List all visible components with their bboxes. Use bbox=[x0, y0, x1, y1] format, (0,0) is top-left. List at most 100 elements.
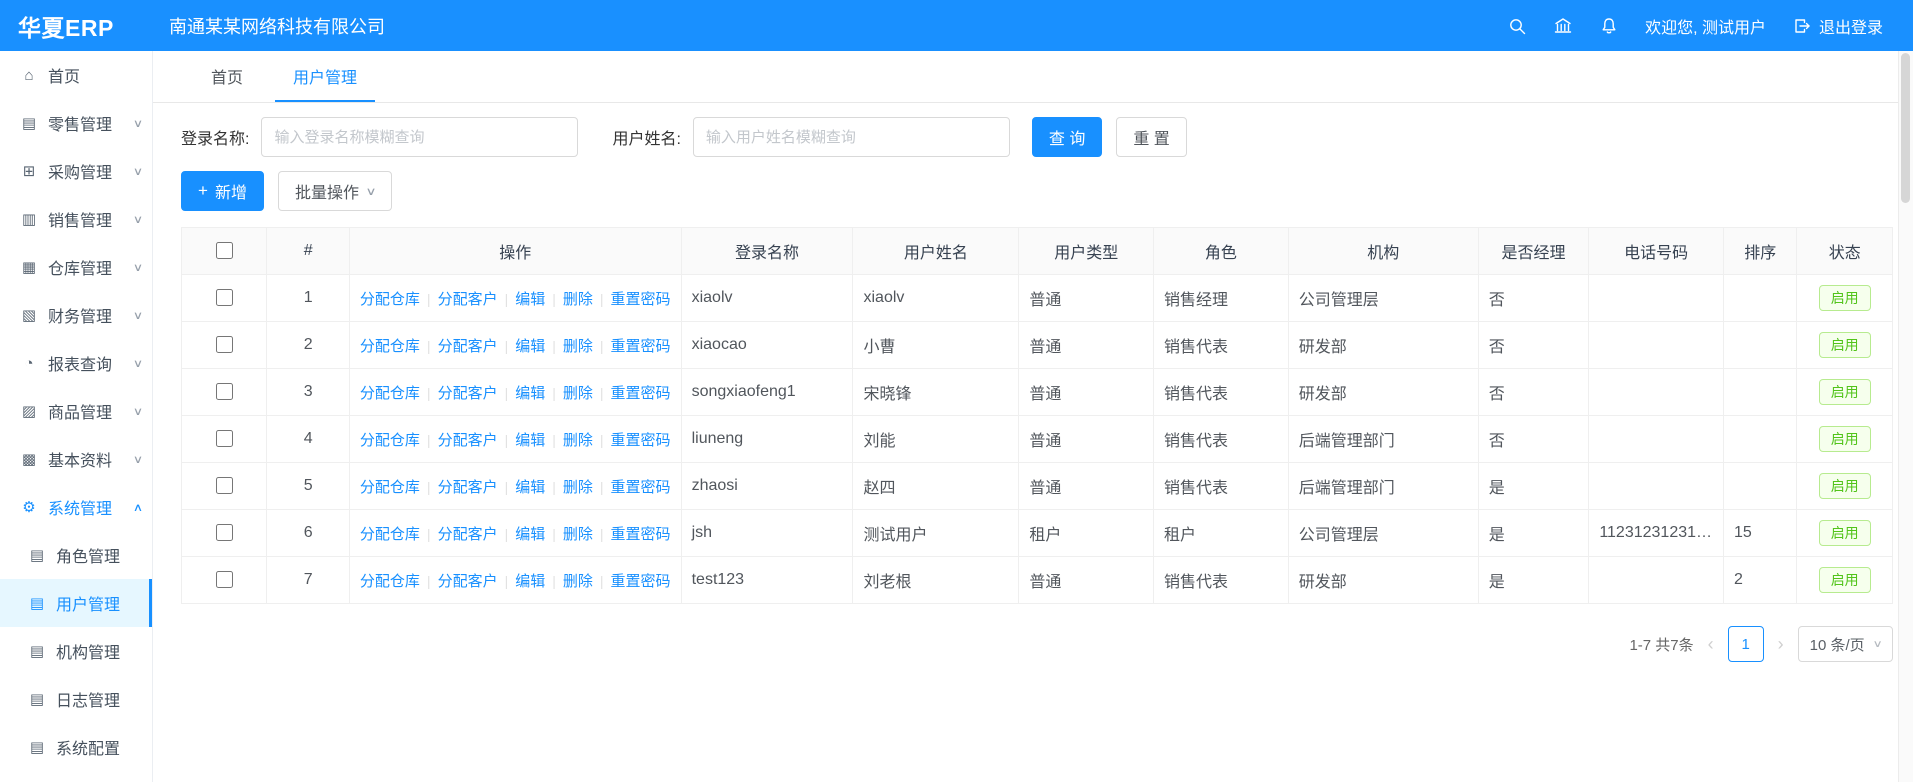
op-edit-link[interactable]: 编辑 bbox=[515, 526, 545, 543]
op-separator: | bbox=[427, 526, 431, 542]
row-checkbox[interactable] bbox=[216, 477, 233, 494]
op-assign-warehouse-link[interactable]: 分配仓库 bbox=[360, 526, 420, 543]
status-badge[interactable]: 启用 bbox=[1819, 379, 1871, 405]
building-icon[interactable] bbox=[1553, 16, 1573, 36]
status-badge[interactable]: 启用 bbox=[1819, 473, 1871, 499]
add-button[interactable]: + 新增 bbox=[181, 171, 264, 211]
row-checkbox[interactable] bbox=[216, 571, 233, 588]
op-reset-password-link[interactable]: 重置密码 bbox=[611, 526, 671, 543]
sidebar-item-home[interactable]: ⌂首页 bbox=[0, 51, 152, 99]
batch-operations-button[interactable]: 批量操作 ∨ bbox=[278, 171, 392, 211]
scrollbar-thumb[interactable] bbox=[1901, 53, 1910, 203]
phone-cell bbox=[1589, 416, 1724, 463]
sidebar-item-product[interactable]: ▨商品管理∨ bbox=[0, 387, 152, 435]
op-edit-link[interactable]: 编辑 bbox=[515, 479, 545, 496]
op-edit-link[interactable]: 编辑 bbox=[515, 432, 545, 449]
op-assign-warehouse-link[interactable]: 分配仓库 bbox=[360, 432, 420, 449]
op-assign-warehouse-link[interactable]: 分配仓库 bbox=[360, 338, 420, 355]
is-manager-cell: 否 bbox=[1478, 322, 1589, 369]
sidebar-subitem-config[interactable]: ▤系统配置 bbox=[0, 723, 152, 771]
user-name-cell: 小曹 bbox=[853, 322, 1019, 369]
sidebar-subitem-org[interactable]: ▤机构管理 bbox=[0, 627, 152, 675]
sidebar-item-warehouse[interactable]: ▦仓库管理∨ bbox=[0, 243, 152, 291]
search-icon[interactable] bbox=[1507, 16, 1527, 36]
sidebar-item-purchase[interactable]: ⊞采购管理∨ bbox=[0, 147, 152, 195]
is-manager-cell: 是 bbox=[1478, 557, 1589, 604]
op-reset-password-link[interactable]: 重置密码 bbox=[611, 291, 671, 308]
row-checkbox[interactable] bbox=[216, 430, 233, 447]
role-cell: 销售代表 bbox=[1154, 416, 1289, 463]
status-badge[interactable]: 启用 bbox=[1819, 332, 1871, 358]
tab-home[interactable]: 首页 bbox=[193, 51, 261, 102]
op-assign-customer-link[interactable]: 分配客户 bbox=[438, 291, 498, 308]
op-reset-password-link[interactable]: 重置密码 bbox=[611, 385, 671, 402]
page-size-select[interactable]: 10 条/页 ∨ bbox=[1798, 626, 1893, 662]
tab-user-management[interactable]: 用户管理 bbox=[275, 51, 375, 102]
status-badge[interactable]: 启用 bbox=[1819, 285, 1871, 311]
login-name-input[interactable] bbox=[261, 117, 578, 157]
op-assign-warehouse-link[interactable]: 分配仓库 bbox=[360, 291, 420, 308]
table-row: 1分配仓库|分配客户|编辑|删除|重置密码xiaolvxiaolv普通销售经理公… bbox=[182, 275, 1893, 322]
sidebar-subitem-role[interactable]: ▤角色管理 bbox=[0, 531, 152, 579]
row-index: 1 bbox=[267, 275, 349, 322]
sidebar-subitem-log[interactable]: ▤日志管理 bbox=[0, 675, 152, 723]
sidebar-item-finance[interactable]: ▧财务管理∨ bbox=[0, 291, 152, 339]
sidebar-item-retail[interactable]: ▤零售管理∨ bbox=[0, 99, 152, 147]
status-badge[interactable]: 启用 bbox=[1819, 426, 1871, 452]
op-delete-link[interactable]: 删除 bbox=[563, 479, 593, 496]
op-assign-customer-link[interactable]: 分配客户 bbox=[438, 338, 498, 355]
user-name-cell: 刘老根 bbox=[853, 557, 1019, 604]
row-checkbox[interactable] bbox=[216, 336, 233, 353]
role-cell: 销售代表 bbox=[1154, 557, 1289, 604]
app-logo[interactable]: 华夏ERP bbox=[0, 9, 153, 43]
prev-page-icon[interactable]: ‹ bbox=[1706, 634, 1716, 655]
organization-cell: 公司管理层 bbox=[1288, 275, 1478, 322]
op-reset-password-link[interactable]: 重置密码 bbox=[611, 338, 671, 355]
sidebar-item-report[interactable]: ◔报表查询∨ bbox=[0, 339, 152, 387]
row-checkbox[interactable] bbox=[216, 289, 233, 306]
op-edit-link[interactable]: 编辑 bbox=[515, 338, 545, 355]
page-number[interactable]: 1 bbox=[1728, 626, 1764, 662]
logout-button[interactable]: 退出登录 bbox=[1792, 14, 1883, 38]
op-delete-link[interactable]: 删除 bbox=[563, 385, 593, 402]
status-badge[interactable]: 启用 bbox=[1819, 567, 1871, 593]
sidebar-item-label: 采购管理 bbox=[48, 159, 112, 183]
sidebar-item-system[interactable]: ⚙系统管理∧ bbox=[0, 483, 152, 531]
status-badge[interactable]: 启用 bbox=[1819, 520, 1871, 546]
op-assign-customer-link[interactable]: 分配客户 bbox=[438, 479, 498, 496]
sales-icon: ▥ bbox=[18, 210, 40, 228]
op-reset-password-link[interactable]: 重置密码 bbox=[611, 573, 671, 590]
op-edit-link[interactable]: 编辑 bbox=[515, 291, 545, 308]
select-all-checkbox[interactable] bbox=[216, 242, 233, 259]
op-delete-link[interactable]: 删除 bbox=[563, 338, 593, 355]
op-edit-link[interactable]: 编辑 bbox=[515, 385, 545, 402]
sidebar-subitem-user[interactable]: ▤用户管理 bbox=[0, 579, 152, 627]
user-name-input[interactable] bbox=[693, 117, 1010, 157]
op-reset-password-link[interactable]: 重置密码 bbox=[611, 432, 671, 449]
bell-icon[interactable] bbox=[1599, 16, 1619, 36]
reset-button[interactable]: 重 置 bbox=[1116, 117, 1186, 157]
op-assign-warehouse-link[interactable]: 分配仓库 bbox=[360, 479, 420, 496]
home-icon: ⌂ bbox=[18, 67, 40, 84]
op-delete-link[interactable]: 删除 bbox=[563, 291, 593, 308]
op-reset-password-link[interactable]: 重置密码 bbox=[611, 479, 671, 496]
op-assign-customer-link[interactable]: 分配客户 bbox=[438, 526, 498, 543]
row-checkbox[interactable] bbox=[216, 524, 233, 541]
op-edit-link[interactable]: 编辑 bbox=[515, 573, 545, 590]
op-separator: | bbox=[505, 573, 509, 589]
op-assign-customer-link[interactable]: 分配客户 bbox=[438, 385, 498, 402]
op-delete-link[interactable]: 删除 bbox=[563, 526, 593, 543]
sidebar-item-sales[interactable]: ▥销售管理∨ bbox=[0, 195, 152, 243]
op-assign-warehouse-link[interactable]: 分配仓库 bbox=[360, 573, 420, 590]
query-button[interactable]: 查 询 bbox=[1032, 117, 1102, 157]
row-checkbox[interactable] bbox=[216, 383, 233, 400]
op-assign-warehouse-link[interactable]: 分配仓库 bbox=[360, 385, 420, 402]
op-delete-link[interactable]: 删除 bbox=[563, 573, 593, 590]
op-assign-customer-link[interactable]: 分配客户 bbox=[438, 573, 498, 590]
sidebar-item-basedata[interactable]: ▩基本资料∨ bbox=[0, 435, 152, 483]
op-assign-customer-link[interactable]: 分配客户 bbox=[438, 432, 498, 449]
scrollbar[interactable] bbox=[1898, 51, 1913, 782]
next-page-icon[interactable]: › bbox=[1776, 634, 1786, 655]
user-type-cell: 普通 bbox=[1019, 275, 1154, 322]
op-delete-link[interactable]: 删除 bbox=[563, 432, 593, 449]
